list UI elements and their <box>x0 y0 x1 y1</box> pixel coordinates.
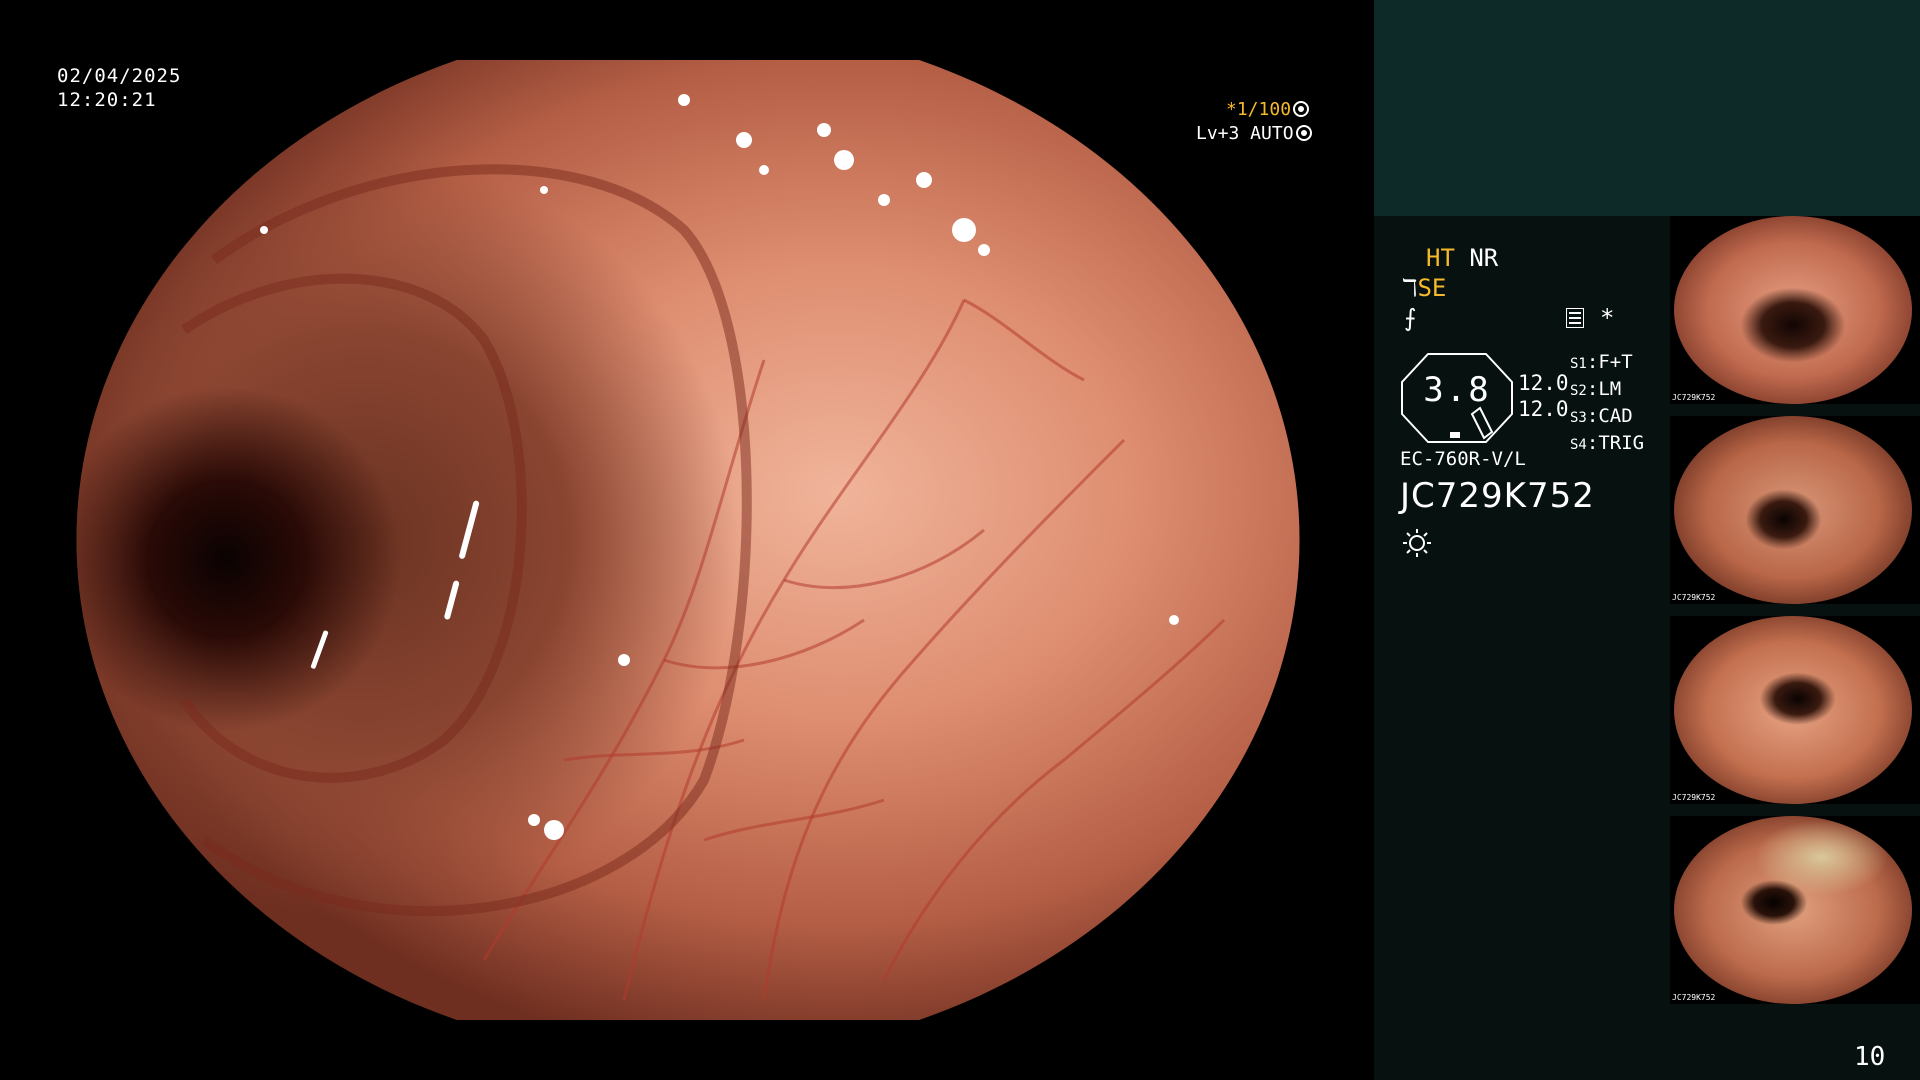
ht-mode: HT <box>1426 244 1455 272</box>
function-icon: ⨍ <box>1404 304 1417 332</box>
endoscope-view: 02/04/2025 12:20:21 *1/100 Lv+3 AUTO <box>0 0 1374 1080</box>
thumbnail-caption: JC729K752 <box>1672 793 1716 802</box>
shutter-mode-icon <box>1293 101 1310 117</box>
vessel-pattern <box>179 94 1226 1001</box>
thumbnail-caption: JC729K752 <box>1672 993 1716 1002</box>
level-text: Lv+3 AUTO <box>1196 123 1294 144</box>
slot-3: S3:CAD <box>1570 405 1633 427</box>
capture-thumbnail[interactable]: JC729K752 <box>1670 416 1920 604</box>
se-icon: ℸ <box>1402 274 1418 302</box>
exposure-readout: *1/100 Lv+3 AUTO <box>1196 98 1374 146</box>
menu-list-icon <box>1566 308 1584 328</box>
level-row: Lv+3 AUTO <box>1196 122 1374 146</box>
slot-2: S2:LM <box>1570 378 1622 400</box>
date-text: 02/04/2025 <box>57 65 182 87</box>
star-icon: * <box>1600 304 1615 332</box>
thumbnail-image <box>1674 216 1912 404</box>
page-number: 10 <box>1854 1042 1886 1072</box>
timestamp: 02/04/2025 12:20:21 <box>57 64 181 112</box>
shutter-star: * <box>1226 99 1237 120</box>
zoom-indicator: 3.8 <box>1400 352 1514 444</box>
value-2: 12.0 <box>1518 397 1569 421</box>
thumbnail-caption: JC729K752 <box>1672 393 1716 402</box>
endoscopic-image <box>76 60 1300 1020</box>
shutter-row: *1/100 <box>1196 98 1374 122</box>
auto-mode-icon <box>1295 125 1312 141</box>
thumbnail-image <box>1674 416 1912 604</box>
scope-model: EC-760R-V/L <box>1400 448 1526 470</box>
slot-1: S1:F+T <box>1570 351 1633 373</box>
setting-values: 12.0 12.0 <box>1518 370 1569 422</box>
capture-thumbnail[interactable]: JC729K752 <box>1670 216 1920 404</box>
se-mode: ℸSE <box>1402 274 1446 302</box>
switch-assignments: S1:F+T S2:LM S3:CAD S4:TRIG <box>1570 350 1644 458</box>
scope-serial: JC729K752 <box>1400 476 1595 516</box>
thumbnail-caption: JC729K752 <box>1672 593 1716 602</box>
sun-icon <box>1402 528 1432 558</box>
thumbnail-image <box>1674 816 1912 1004</box>
capture-thumbnail[interactable]: JC729K752 <box>1670 816 1920 1004</box>
capture-thumbnail[interactable]: JC729K752 <box>1670 616 1920 804</box>
nr-mode: NR <box>1469 244 1499 272</box>
value-1: 12.0 <box>1518 371 1569 395</box>
se-label: SE <box>1417 274 1447 302</box>
thumbnail-image <box>1674 616 1912 804</box>
zoom-value: 3.8 <box>1423 370 1491 410</box>
shutter-speed: 1/100 <box>1236 99 1292 120</box>
slot-4: S4:TRIG <box>1570 432 1645 454</box>
panel-header-area <box>1374 0 1920 216</box>
processing-modes: HT NR <box>1426 244 1498 272</box>
time-text: 12:20:21 <box>57 89 157 111</box>
